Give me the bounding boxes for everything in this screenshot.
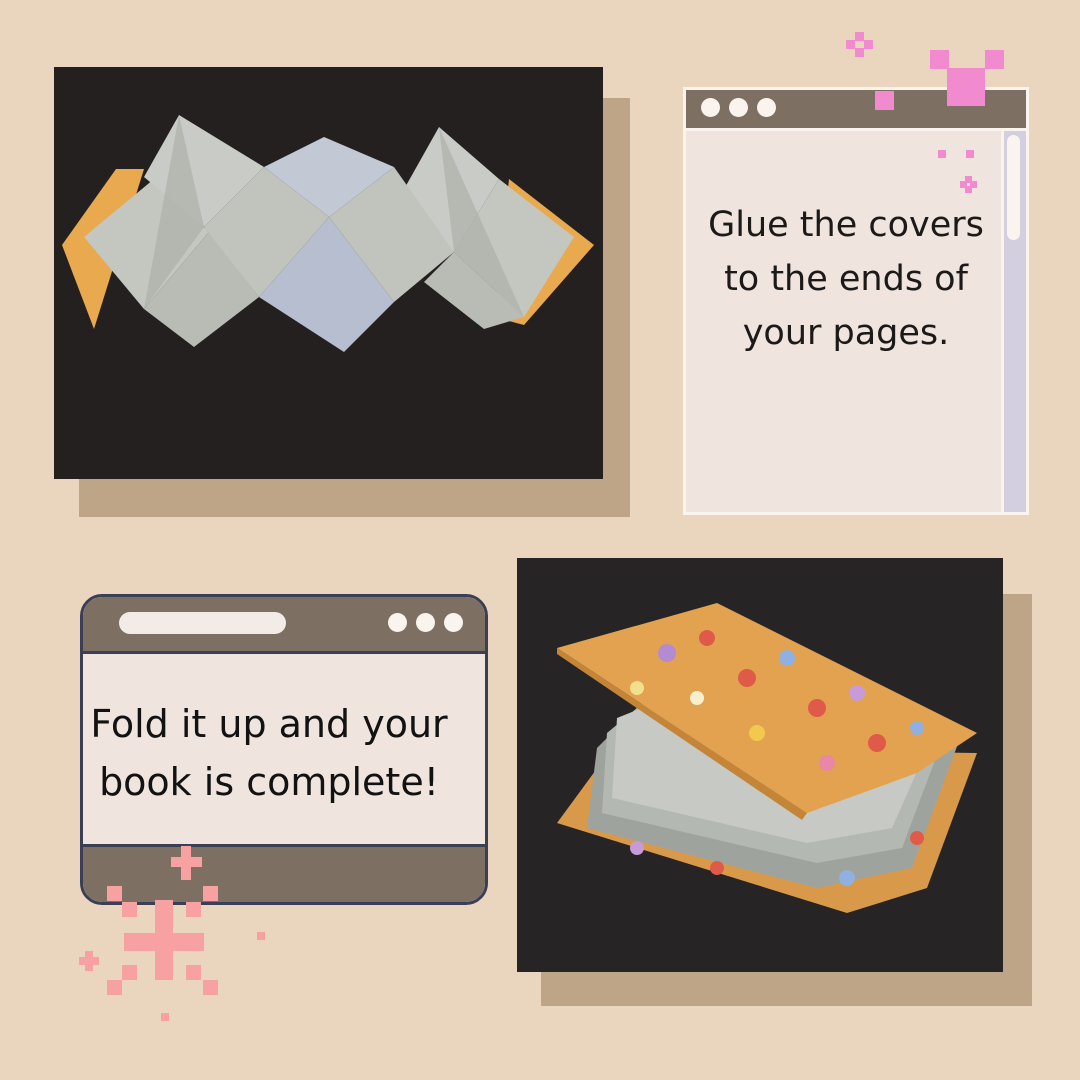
window-dot-icon bbox=[701, 98, 720, 117]
photo-open-pages bbox=[54, 67, 603, 479]
window-title-bar bbox=[83, 597, 485, 654]
glue-covers-text: Glue the covers to the ends of your page… bbox=[708, 205, 984, 353]
glue-covers-window: Glue the covers to the ends of your page… bbox=[683, 87, 1029, 515]
window-dot-icon bbox=[416, 613, 435, 632]
window-dot-icon bbox=[388, 613, 407, 632]
window-dot-icon bbox=[757, 98, 776, 117]
window-dot-icon bbox=[444, 613, 463, 632]
window-dot-icon bbox=[729, 98, 748, 117]
photo-finished-book bbox=[517, 558, 1003, 972]
address-bar[interactable] bbox=[119, 612, 286, 634]
window-footer bbox=[83, 844, 485, 902]
window-scrollbar[interactable] bbox=[1001, 131, 1026, 512]
scrollbar-thumb[interactable] bbox=[1007, 135, 1020, 240]
fold-up-text: Fold it up and your book is complete! bbox=[90, 702, 448, 804]
fold-up-window: Fold it up and your book is complete! bbox=[80, 594, 488, 905]
